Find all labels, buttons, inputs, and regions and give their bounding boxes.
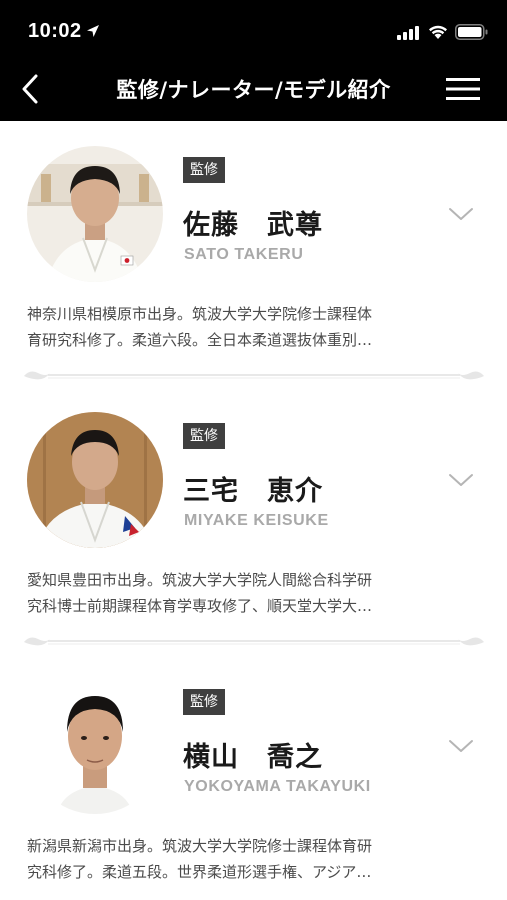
member-name-roman: YOKOYAMA TAKAYUKI (184, 778, 371, 795)
location-arrow-icon (87, 25, 99, 37)
chevron-down-icon[interactable] (448, 205, 474, 223)
bio-line: 育研究科修了。柔道六段。全日本柔道選抜体重別… (27, 331, 373, 349)
member-card[interactable]: 監修 佐藤 武尊 SATO TAKERU 神奈川県相模原市出身。筑波大学大学院修… (0, 121, 507, 387)
member-card[interactable]: 監修 三宅 恵介 MIYAKE KEISUKE 愛知県豊田市出身。筑波大学大学院… (0, 387, 507, 653)
back-chevron-icon[interactable] (18, 72, 42, 106)
member-bio: 新潟県新潟市出身。筑波大学大学院修士課程体育研 究科修了。柔道五段。世界柔道形選… (27, 833, 467, 885)
supervisor-badge: 監修 (183, 157, 225, 183)
chevron-down-icon[interactable] (448, 471, 474, 489)
member-name-roman: MIYAKE KEISUKE (184, 512, 329, 529)
page-title: 監修/ナレーター/モデル紹介 (116, 78, 391, 102)
member-photo (27, 678, 163, 814)
bio-line: 究科修了。柔道五段。世界柔道形選手権、アジア… (27, 863, 372, 881)
bio-line: 神奈川県相模原市出身。筑波大学大学院修士課程体 (27, 305, 373, 323)
status-time: 10:02 (28, 20, 82, 42)
top-bar: 10:02 監修/ナレーター/モデル紹介 (0, 0, 507, 121)
supervisor-badge: 監修 (183, 423, 225, 449)
member-name: 横山 喬之 (183, 742, 323, 773)
chevron-down-icon[interactable] (448, 737, 474, 755)
member-card[interactable]: 監修 横山 喬之 YOKOYAMA TAKAYUKI 新潟県新潟市出身。筑波大学… (0, 653, 507, 900)
member-list: 監修 佐藤 武尊 SATO TAKERU 神奈川県相模原市出身。筑波大学大学院修… (0, 121, 507, 900)
member-bio: 神奈川県相模原市出身。筑波大学大学院修士課程体 育研究科修了。柔道六段。全日本柔… (27, 301, 467, 353)
battery-icon (455, 24, 488, 40)
member-name-roman: SATO TAKERU (184, 246, 304, 263)
supervisor-badge: 監修 (183, 689, 225, 715)
status-bar: 10:02 (0, 0, 507, 62)
ornament-divider (24, 637, 484, 646)
wifi-icon (429, 25, 447, 39)
nav-bar: 監修/ナレーター/モデル紹介 (0, 62, 507, 121)
ornament-divider (24, 371, 484, 380)
hamburger-menu-icon[interactable] (446, 75, 480, 103)
member-photo (27, 146, 163, 282)
cellular-signal-icon (397, 26, 419, 40)
bio-line: 愛知県豊田市出身。筑波大学大学院人間総合科学研 (27, 571, 373, 589)
member-bio: 愛知県豊田市出身。筑波大学大学院人間総合科学研 究科博士前期課程体育学専攻修了、… (27, 567, 467, 619)
member-name: 三宅 恵介 (183, 476, 323, 507)
member-photo (27, 412, 163, 548)
bio-line: 新潟県新潟市出身。筑波大学大学院修士課程体育研 (27, 837, 373, 855)
member-name: 佐藤 武尊 (183, 210, 323, 241)
bio-line: 究科博士前期課程体育学専攻修了、順天堂大学大… (27, 597, 373, 615)
